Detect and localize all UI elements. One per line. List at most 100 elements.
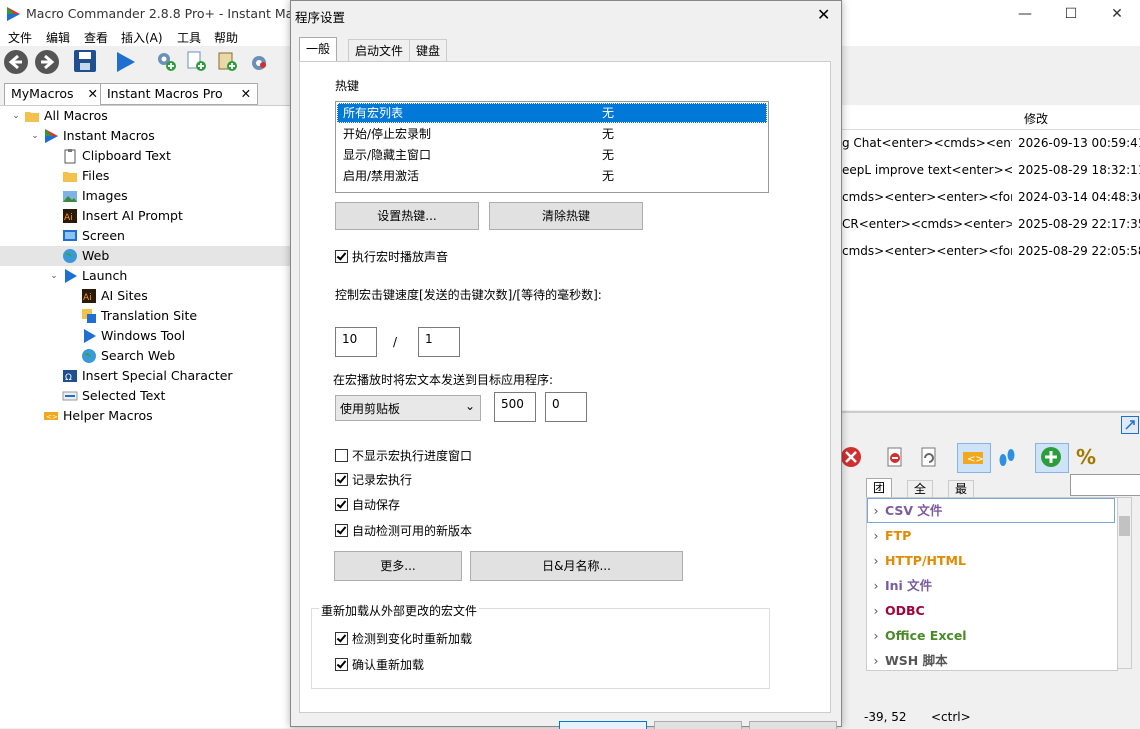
tab-startup-files[interactable]: 启动文件 xyxy=(348,39,411,61)
maximize-button[interactable]: ☐ xyxy=(1048,0,1094,28)
command-group-item[interactable]: › WSH 脚本 xyxy=(867,648,1115,673)
tree-item[interactable]: Images xyxy=(0,186,290,206)
forward-button[interactable] xyxy=(35,50,59,74)
menu-edit[interactable]: 编辑 xyxy=(46,29,70,46)
no-progress-checkbox[interactable]: 不显示宏执行进度窗口 xyxy=(335,447,472,464)
checkbox-box[interactable] xyxy=(335,449,348,462)
tree-item[interactable]: Web xyxy=(0,246,290,266)
ok-button[interactable] xyxy=(559,721,647,729)
tab-mymacros[interactable]: MyMacros ✕ xyxy=(4,83,105,105)
window-close-button[interactable]: ✕ xyxy=(1094,0,1140,28)
reload-on-change-checkbox[interactable]: 检测到变化时重新加载 xyxy=(335,630,472,647)
close-icon[interactable]: ✕ xyxy=(88,86,98,101)
tree-item[interactable]: Selected Text xyxy=(0,386,290,406)
hotkey-row[interactable]: 显示/隐藏主窗口 无 xyxy=(337,145,767,165)
checkbox-box[interactable] xyxy=(335,658,348,671)
table-row[interactable]: cmds><enter><enter><for... 2025-08-29 22:… xyxy=(842,238,1140,265)
tree-item[interactable]: Files xyxy=(0,166,290,186)
new-macro-button[interactable] xyxy=(155,50,177,72)
hotkey-row[interactable]: 启用/禁用激活 无 xyxy=(337,166,767,186)
save-button[interactable] xyxy=(74,50,96,72)
command-group-item[interactable]: › HTTP/HTML xyxy=(867,548,1115,573)
command-group-item[interactable]: › CSV 文件 xyxy=(867,498,1115,523)
tab-instant-macros[interactable]: Instant Macros Pro ✕ xyxy=(100,83,259,105)
close-icon[interactable]: ✕ xyxy=(241,86,251,101)
more-button[interactable]: 更多... xyxy=(334,551,462,581)
undo-item-button[interactable] xyxy=(918,446,940,471)
autosave-checkbox[interactable]: 自动保存 xyxy=(335,496,400,513)
menu-help[interactable]: 帮助 xyxy=(214,29,238,46)
column-modified[interactable]: 修改 xyxy=(1024,110,1048,127)
command-list-scrollbar[interactable] xyxy=(1117,497,1132,669)
command-search-input[interactable] xyxy=(1070,474,1140,496)
checkbox-box[interactable] xyxy=(335,498,348,511)
table-row[interactable]: g Chat<enter><cmds><ent... 2026-09-13 00:… xyxy=(842,130,1140,157)
tree-item[interactable]: Search Web xyxy=(0,346,290,366)
tree-item[interactable]: <> Helper Macros xyxy=(0,406,290,426)
chevron-down-icon[interactable]: ⌄ xyxy=(29,126,41,146)
tree-item[interactable]: Ω Insert Special Character xyxy=(0,366,290,386)
tree-item[interactable]: Windows Tool xyxy=(0,326,290,346)
checkbox-box[interactable] xyxy=(335,632,348,645)
help-button[interactable] xyxy=(749,721,837,729)
table-row[interactable]: eepL improve text<enter><c... 2025-08-29 … xyxy=(842,157,1140,184)
scrollbar-thumb[interactable] xyxy=(1119,516,1130,536)
code-view-button[interactable]: <> xyxy=(957,443,991,473)
settings-button[interactable] xyxy=(248,50,270,72)
menu-tools[interactable]: 工具 xyxy=(177,29,201,46)
menu-file[interactable]: 文件 xyxy=(8,29,32,46)
hotkey-row[interactable]: 所有宏列表 无 xyxy=(337,103,767,123)
check-update-checkbox[interactable]: 自动检测可用的新版本 xyxy=(335,522,472,539)
hotkey-list[interactable]: 所有宏列表无开始/停止宏录制无显示/隐藏主窗口无启用/禁用激活无 xyxy=(335,101,769,193)
tree-item[interactable]: ⌄ Launch xyxy=(0,266,290,286)
new-file-button[interactable] xyxy=(185,50,207,72)
run-macro-button[interactable] xyxy=(113,50,137,77)
new-clipboard-button[interactable] xyxy=(216,50,238,72)
hotkey-row[interactable]: 开始/停止宏录制 无 xyxy=(337,124,767,144)
clear-hotkey-button[interactable]: 清除热键 xyxy=(489,202,643,230)
command-group-item[interactable]: › Office Excel xyxy=(867,623,1115,648)
step-button[interactable] xyxy=(995,446,1019,473)
command-group-item[interactable]: › FTP xyxy=(867,523,1115,548)
tab-keyboard[interactable]: 键盘 xyxy=(409,39,448,61)
command-group-item[interactable]: › Ini 文件 xyxy=(867,573,1115,598)
tree-item[interactable]: Ai Insert AI Prompt xyxy=(0,206,290,226)
cancel-button[interactable] xyxy=(654,721,742,729)
menu-insert[interactable]: 插入(A) xyxy=(121,29,163,46)
tree-item[interactable]: ⌄ Instant Macros xyxy=(0,126,290,146)
minimize-button[interactable]: — xyxy=(1002,0,1048,28)
command-list[interactable]: › CSV 文件 › FTP › HTTP/HTML › Ini 文件 › ODBC › Office… xyxy=(866,497,1118,671)
delete-command-button[interactable] xyxy=(840,446,862,471)
checkbox-box[interactable] xyxy=(335,250,348,263)
confirm-reload-checkbox[interactable]: 确认重新加载 xyxy=(335,656,424,673)
table-row[interactable]: CR<enter><cmds><enter>... 2025-08-29 22:1… xyxy=(842,211,1140,238)
tree-item[interactable]: Ai AI Sites xyxy=(0,286,290,306)
tree-item[interactable]: Screen xyxy=(0,226,290,246)
expand-panel-button[interactable] xyxy=(1121,416,1139,434)
send-delay-input[interactable]: 500 xyxy=(494,392,536,422)
set-hotkey-button[interactable]: 设置热键... xyxy=(335,202,479,230)
chevron-down-icon[interactable]: ⌄ xyxy=(10,106,22,126)
remove-item-button[interactable] xyxy=(884,446,906,471)
wait-ms-input[interactable]: 1 xyxy=(418,327,460,357)
send-extra-input[interactable]: 0 xyxy=(545,392,587,422)
chevron-down-icon[interactable]: ⌄ xyxy=(48,266,60,286)
add-command-button[interactable] xyxy=(1035,443,1069,473)
tab-all[interactable]: 全部 xyxy=(907,480,934,512)
table-row[interactable]: cmds><enter><enter><for... 2024-03-14 04:… xyxy=(842,184,1140,211)
keys-per-input[interactable]: 10 xyxy=(335,327,377,357)
tree-item[interactable]: Clipboard Text xyxy=(0,146,290,166)
variables-button[interactable]: % xyxy=(1075,445,1097,471)
dialog-close-button[interactable]: ✕ xyxy=(817,5,830,24)
menu-view[interactable]: 查看 xyxy=(84,29,108,46)
tree-item[interactable]: ⌄ All Macros xyxy=(0,106,290,126)
tree-item[interactable]: Translation Site xyxy=(0,306,290,326)
checkbox-box[interactable] xyxy=(335,473,348,486)
day-month-names-button[interactable]: 日&月名称... xyxy=(470,551,683,581)
send-method-select[interactable]: 使用剪贴板 ⌄ xyxy=(335,395,481,421)
play-sound-checkbox[interactable]: 执行宏时播放声音 xyxy=(335,248,448,265)
checkbox-box[interactable] xyxy=(335,524,348,537)
tab-general[interactable]: 一般 xyxy=(299,37,338,61)
macro-tree[interactable]: ⌄ All Macros ⌄ Instant Macros Clipboard Text… xyxy=(0,105,290,728)
log-checkbox[interactable]: 记录宏执行 xyxy=(335,471,412,488)
